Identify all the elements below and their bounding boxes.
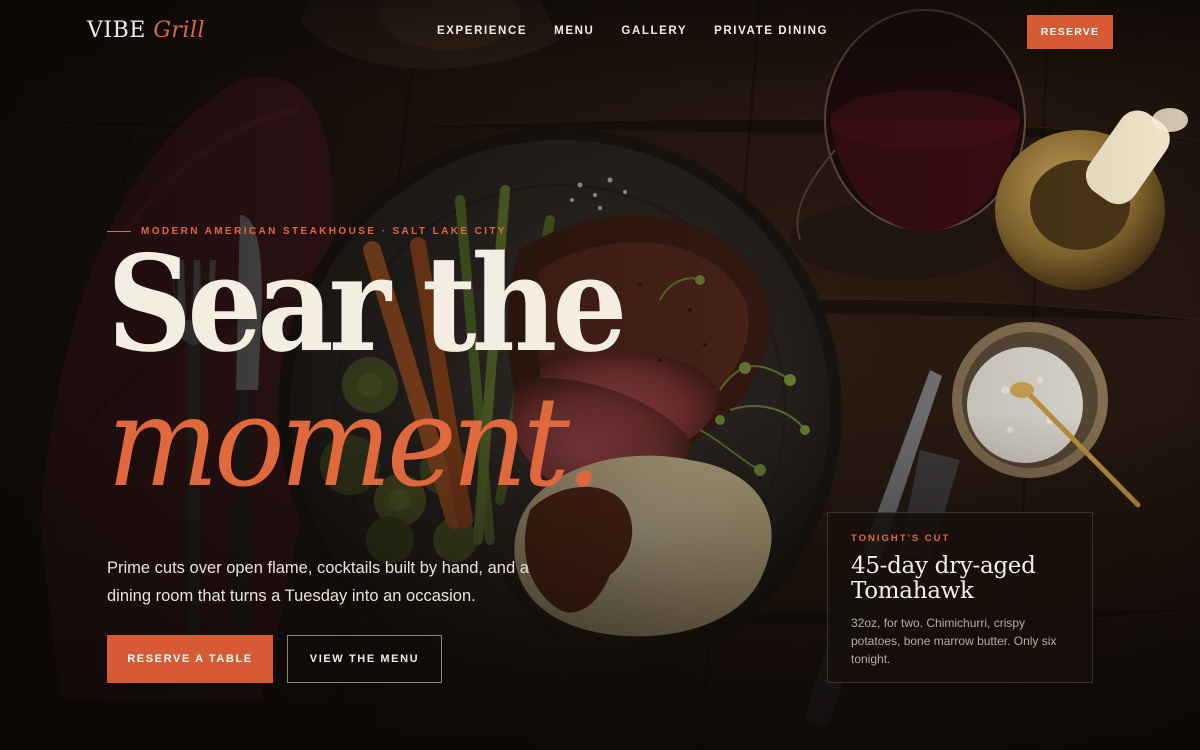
brand-name: VIBE — [87, 18, 146, 43]
view-menu-button[interactable]: VIEW THE MENU — [287, 635, 442, 683]
brand-logo[interactable]: VIBE Grill — [87, 18, 205, 43]
top-nav: VIBE Grill EXPERIENCE MENU GALLERY PRIVA… — [0, 0, 1200, 62]
reserve-button[interactable]: RESERVE — [1027, 15, 1113, 49]
nav-link-menu[interactable]: MENU — [554, 25, 594, 37]
reserve-table-button[interactable]: RESERVE A TABLE — [107, 635, 273, 683]
special-title: 45-day dry-aged Tomahawk — [851, 553, 1036, 604]
special-description: 32oz, for two. Chimichurri, crispy potat… — [851, 616, 1057, 666]
nav-link-gallery[interactable]: GALLERY — [621, 25, 687, 37]
nav-link-experience[interactable]: EXPERIENCE — [437, 25, 527, 37]
brand-accent: Grill — [153, 18, 206, 43]
special-label: TONIGHT'S CUT — [851, 533, 951, 544]
nav-links: EXPERIENCE MENU GALLERY PRIVATE DINING — [437, 25, 828, 37]
tonights-cut-card[interactable]: TONIGHT'S CUT 45-day dry-aged Tomahawk 3… — [827, 512, 1093, 683]
hero-headline-line2: moment. — [107, 369, 603, 515]
hero-lede: Prime cuts over open flame, cocktails bu… — [107, 559, 529, 605]
hero-headline-line1: Sear the — [107, 225, 627, 382]
nav-link-private-dining[interactable]: PRIVATE DINING — [714, 25, 828, 37]
